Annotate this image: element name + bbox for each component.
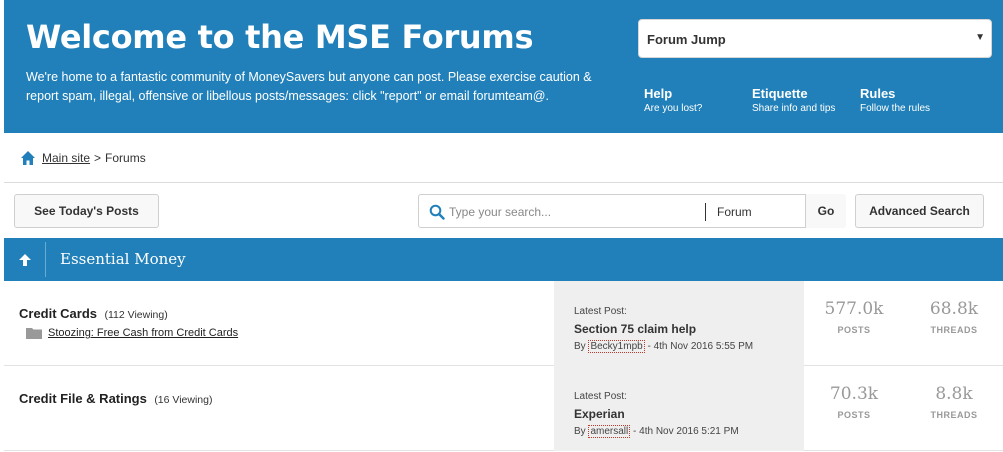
by-prefix: By [574,426,586,437]
page-title: Welcome to the MSE Forums [26,18,534,56]
latest-post-date: - 4th Nov 2016 5:55 PM [647,341,754,352]
header-description: We're home to a fantastic community of M… [26,70,592,103]
posts-stat: 70.3k POSTS [809,384,899,420]
viewing-count: (16 Viewing) [154,394,213,406]
threads-label: THREADS [930,410,978,420]
latest-post-date: - 4th Nov 2016 5:21 PM [633,426,739,437]
collapse-section-button[interactable] [4,238,46,281]
forum-heading: Credit File & Ratings (16 Viewing) [19,390,212,408]
latest-post-label: Latest Post: [574,306,627,317]
forum-row: Credit Cards (112 Viewing) Stoozing: Fre… [4,281,1003,366]
threads-count: 8.8k [935,384,973,404]
search-input[interactable] [449,202,699,222]
forum-header: Welcome to the MSE Forums We're home to … [4,0,1003,133]
etiquette-link[interactable]: Etiquette Share info and tips [752,86,835,114]
breadcrumb-separator: > [94,151,102,165]
posts-stat: 577.0k POSTS [809,299,899,335]
latest-post-title-link[interactable]: Section 75 claim help [574,322,696,336]
forum-title-link[interactable]: Credit File & Ratings [19,391,147,406]
latest-post-panel: Latest Post: Section 75 claim help By Be… [554,281,804,366]
section-header: Essential Money [4,238,1003,281]
chevron-down-icon: ▼ [975,32,985,43]
search-scope-divider [705,203,706,221]
help-link-subtitle: Are you lost? [644,103,703,114]
posts-label: POSTS [837,325,871,335]
subforum-link[interactable]: Stoozing: Free Cash from Credit Cards [48,327,238,339]
rules-link-title: Rules [860,86,896,101]
latest-post-meta: By amersall - 4th Nov 2016 5:21 PM [574,425,739,438]
help-link-title: Help [644,86,673,101]
home-icon[interactable] [20,150,36,166]
arrow-up-icon [19,253,31,266]
section-title: Essential Money [60,250,186,268]
divider [4,182,1003,183]
breadcrumb-current: Forums [105,151,146,165]
search-go-button[interactable]: Go [805,194,846,228]
search-box: Forum Go [418,194,846,228]
viewing-count: (112 Viewing) [104,309,168,321]
rules-link[interactable]: Rules Follow the rules [860,86,930,114]
folder-icon [26,328,42,339]
etiquette-link-subtitle: Share info and tips [752,103,836,114]
forum-jump-select[interactable]: Forum Jump ▼ [638,19,992,58]
latest-post-title-link[interactable]: Experian [574,407,625,421]
subforum-item: Stoozing: Free Cash from Credit Cards [26,327,238,339]
forum-jump-label: Forum Jump [647,32,726,47]
forum-title-link[interactable]: Credit Cards [19,306,97,321]
posts-count: 577.0k [824,299,884,319]
breadcrumb-home-link[interactable]: Main site [42,151,90,165]
latest-post-label: Latest Post: [574,391,627,402]
latest-post-user-link[interactable]: amersall [588,425,631,438]
help-link[interactable]: Help Are you lost? [644,86,702,114]
threads-label: THREADS [930,325,978,335]
search-icon [429,204,445,220]
breadcrumb: Main site > Forums [20,150,146,166]
section-divider [45,242,46,277]
forum-row: Credit File & Ratings (16 Viewing) Lates… [4,366,1003,451]
posts-label: POSTS [837,410,871,420]
latest-post-panel: Latest Post: Experian By amersall - 4th … [554,366,804,451]
threads-count: 68.8k [929,299,979,319]
search-scope-select[interactable]: Forum [717,205,752,219]
forum-heading: Credit Cards (112 Viewing) [19,305,168,323]
latest-post-meta: By Becky1mpb - 4th Nov 2016 5:55 PM [574,340,754,353]
threads-stat: 68.8k THREADS [909,299,999,335]
by-prefix: By [574,341,586,352]
threads-stat: 8.8k THREADS [909,384,999,420]
see-todays-posts-button[interactable]: See Today's Posts [14,194,159,228]
etiquette-link-title: Etiquette [752,86,808,101]
latest-post-user-link[interactable]: Becky1mpb [588,340,645,353]
posts-count: 70.3k [829,384,879,404]
advanced-search-button[interactable]: Advanced Search [855,194,984,228]
rules-link-subtitle: Follow the rules [860,103,931,114]
